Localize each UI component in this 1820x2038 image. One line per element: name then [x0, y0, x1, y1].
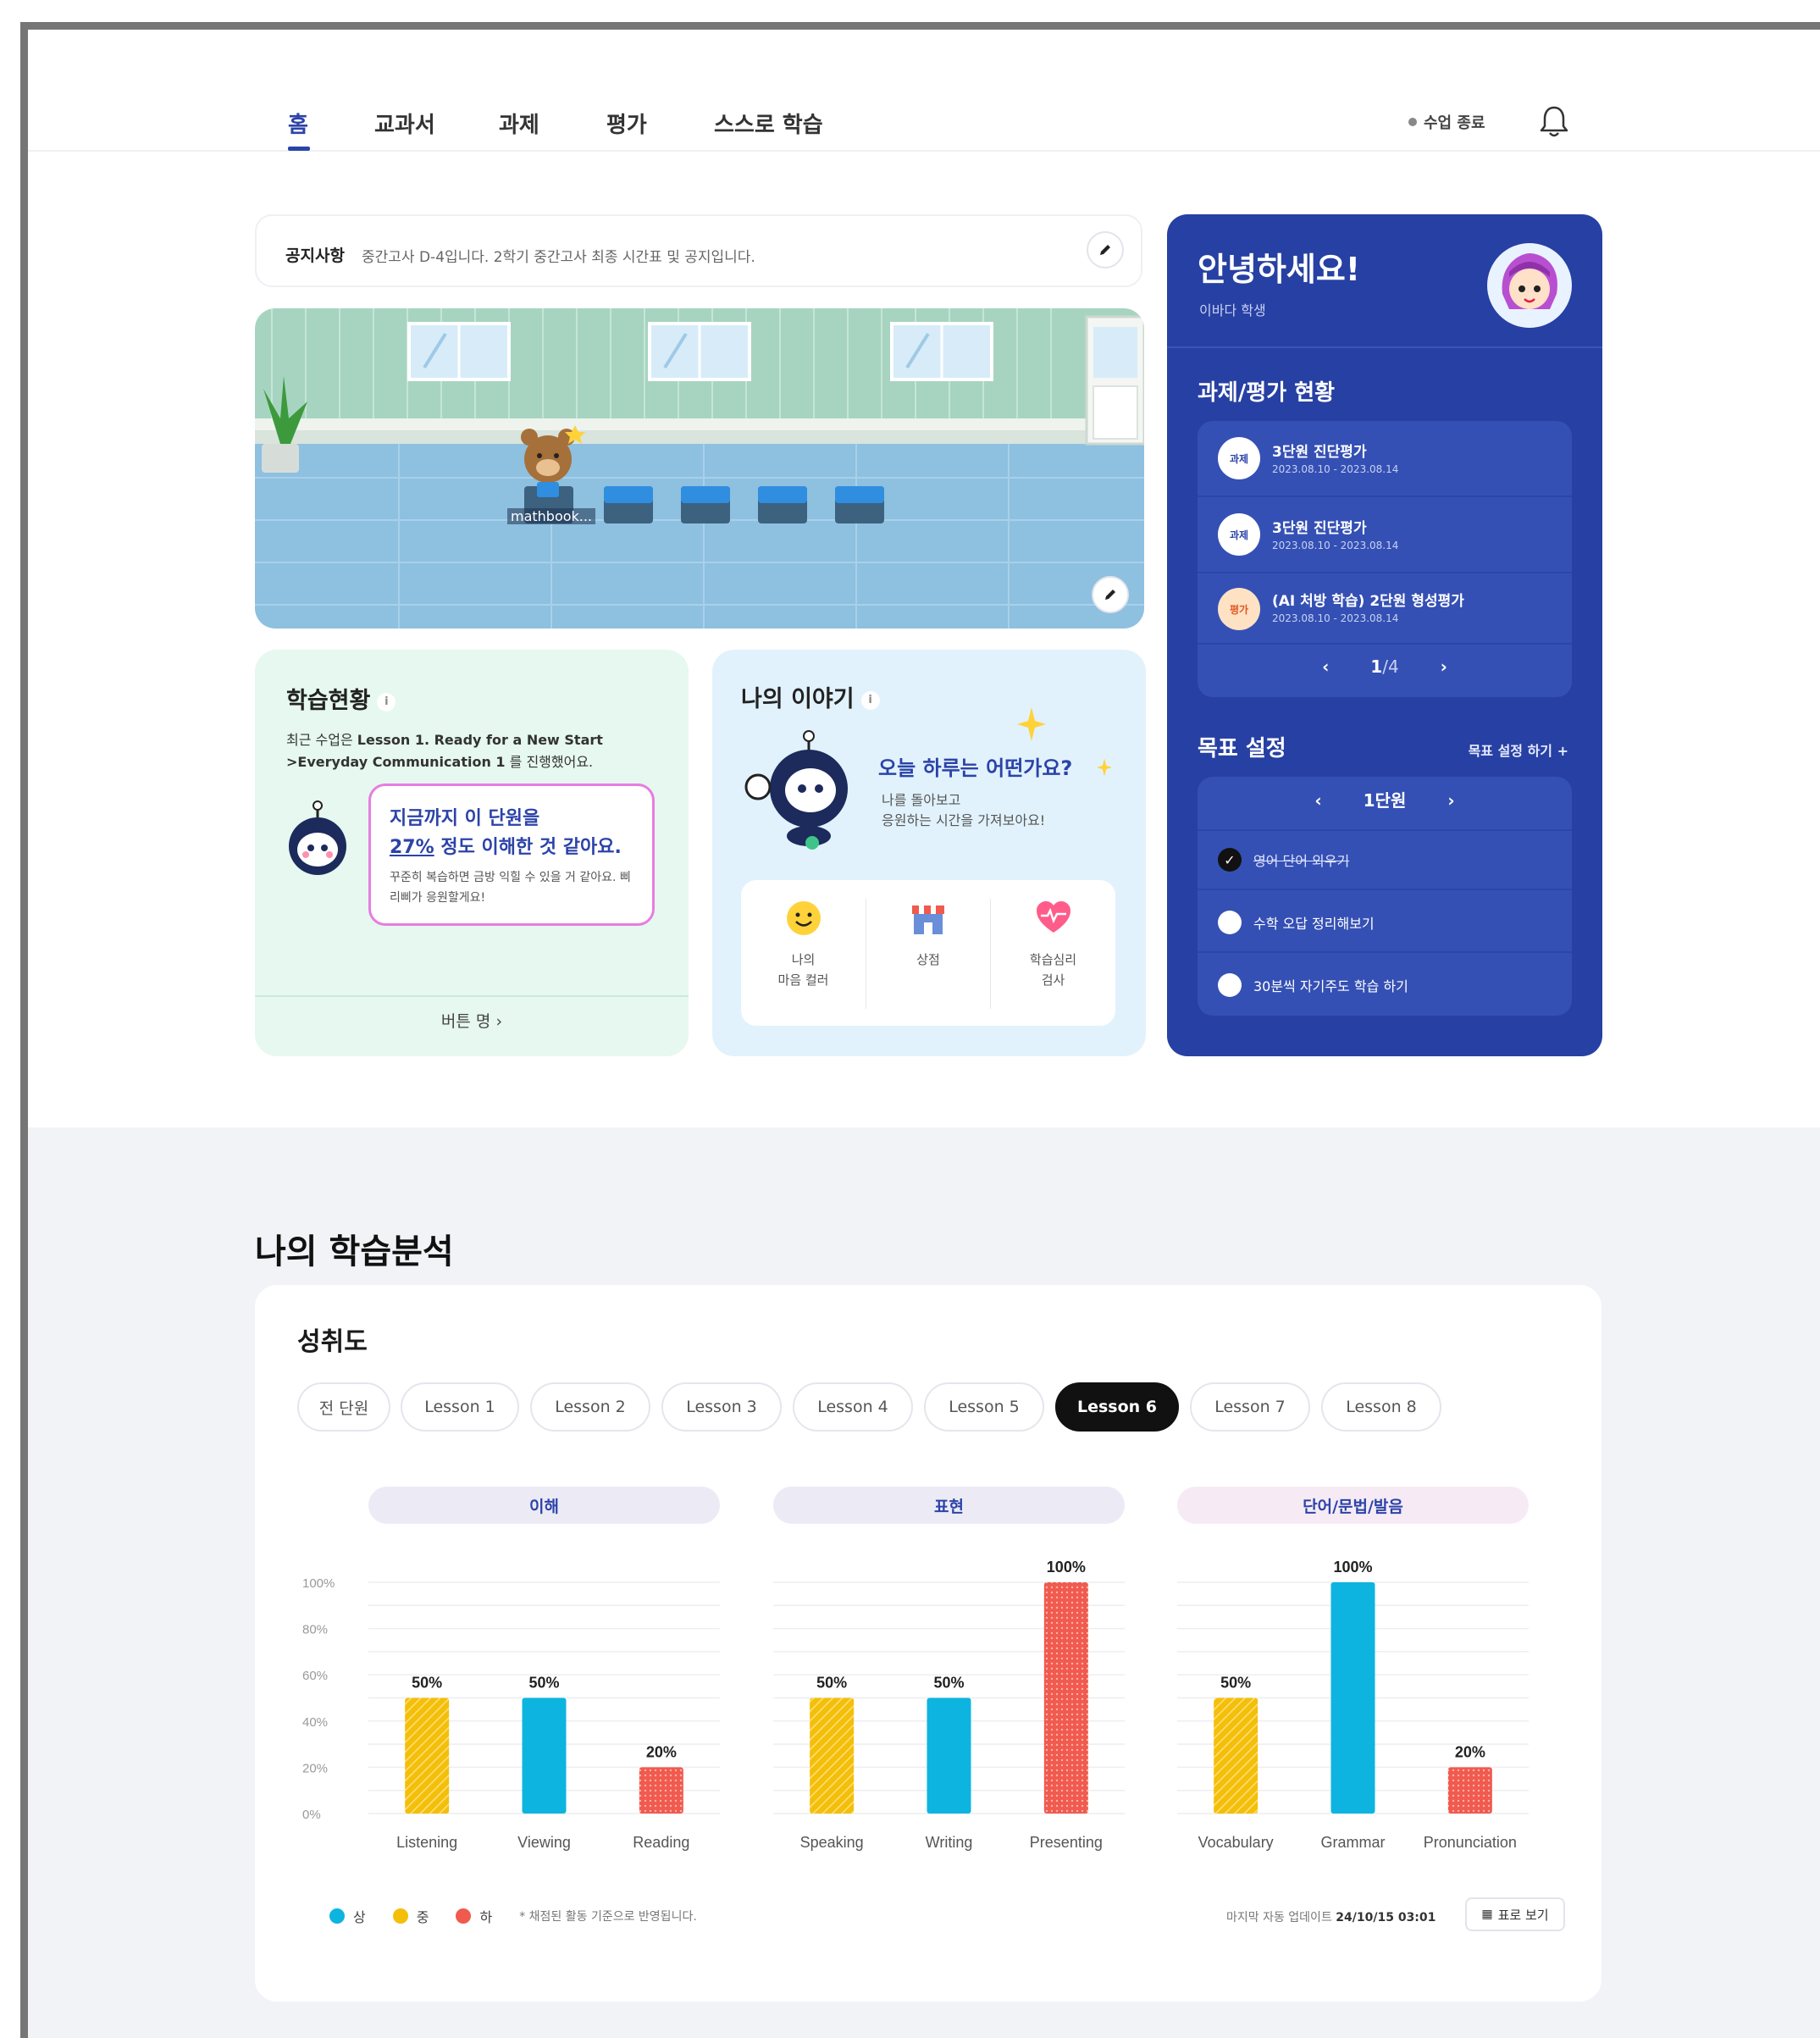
bar-value-label: 50% [816, 1675, 847, 1692]
y-tick-label: 100% [302, 1576, 335, 1591]
bar [1043, 1582, 1088, 1814]
legend-dot-high-icon [329, 1908, 345, 1924]
legend-note: * 채점된 활동 기준으로 반영됩니다. [519, 1910, 697, 1924]
bar [522, 1697, 567, 1814]
bar [810, 1697, 855, 1814]
legend-label: 중 [416, 1909, 429, 1925]
category-label: Viewing [517, 1834, 571, 1851]
category-label: Speaking [800, 1834, 864, 1851]
y-tick-label: 0% [302, 1808, 321, 1822]
page: 홈 교과서 과제 평가 스스로 학습 수업 종료 공지사항 중간고사 D-4입니… [28, 30, 1820, 2038]
bar-value-label: 50% [412, 1675, 442, 1692]
bar-value-label: 50% [528, 1675, 559, 1692]
category-label: Reading [633, 1834, 689, 1851]
category-label: Listening [396, 1834, 457, 1851]
category-label: Presenting [1030, 1834, 1103, 1851]
bar-value-label: 20% [646, 1743, 677, 1760]
bar-value-label: 100% [1047, 1559, 1086, 1576]
bar [927, 1697, 971, 1814]
bar-value-label: 100% [1333, 1559, 1372, 1576]
table-icon: ▦ [1481, 1908, 1493, 1921]
view-table-button[interactable]: ▦ 표로 보기 [1465, 1897, 1565, 1931]
y-tick-label: 60% [302, 1669, 328, 1683]
bar [1330, 1582, 1375, 1814]
window-frame-left [20, 22, 28, 2038]
bar-value-label: 50% [933, 1675, 964, 1692]
y-tick-label: 40% [302, 1715, 328, 1730]
legend-dot-low-icon [456, 1908, 472, 1924]
bar [1214, 1697, 1259, 1814]
legend-label: 하 [479, 1909, 493, 1925]
legend-dot-mid-icon [392, 1908, 408, 1924]
category-label: Writing [926, 1834, 973, 1851]
chart-legend: 상 중 하 * 채점된 활동 기준으로 반영됩니다. [329, 1906, 697, 1926]
category-label: Pronunciation [1424, 1834, 1517, 1851]
bar-value-label: 50% [1220, 1675, 1251, 1692]
bar [639, 1767, 683, 1814]
view-table-label: 표로 보기 [1497, 1907, 1549, 1923]
legend-label: 상 [353, 1909, 366, 1925]
updated-label: 마지막 자동 업데이트 [1226, 1911, 1332, 1924]
bar [405, 1697, 450, 1814]
updated-time: 24/10/15 03:01 [1336, 1911, 1436, 1924]
bar-value-label: 20% [1455, 1743, 1485, 1760]
y-tick-label: 20% [302, 1761, 328, 1775]
category-label: Vocabulary [1198, 1834, 1274, 1851]
achievement-chart: 100% 80% 60% 40% 20% 0% 50% Listening 50% Viewing… [302, 1559, 1529, 1851]
y-tick-label: 80% [302, 1623, 328, 1637]
window-frame-top [20, 22, 1820, 30]
category-label: Grammar [1321, 1834, 1386, 1851]
bar [1447, 1767, 1492, 1814]
last-updated: 마지막 자동 업데이트 24/10/15 03:01 [1226, 1908, 1436, 1925]
